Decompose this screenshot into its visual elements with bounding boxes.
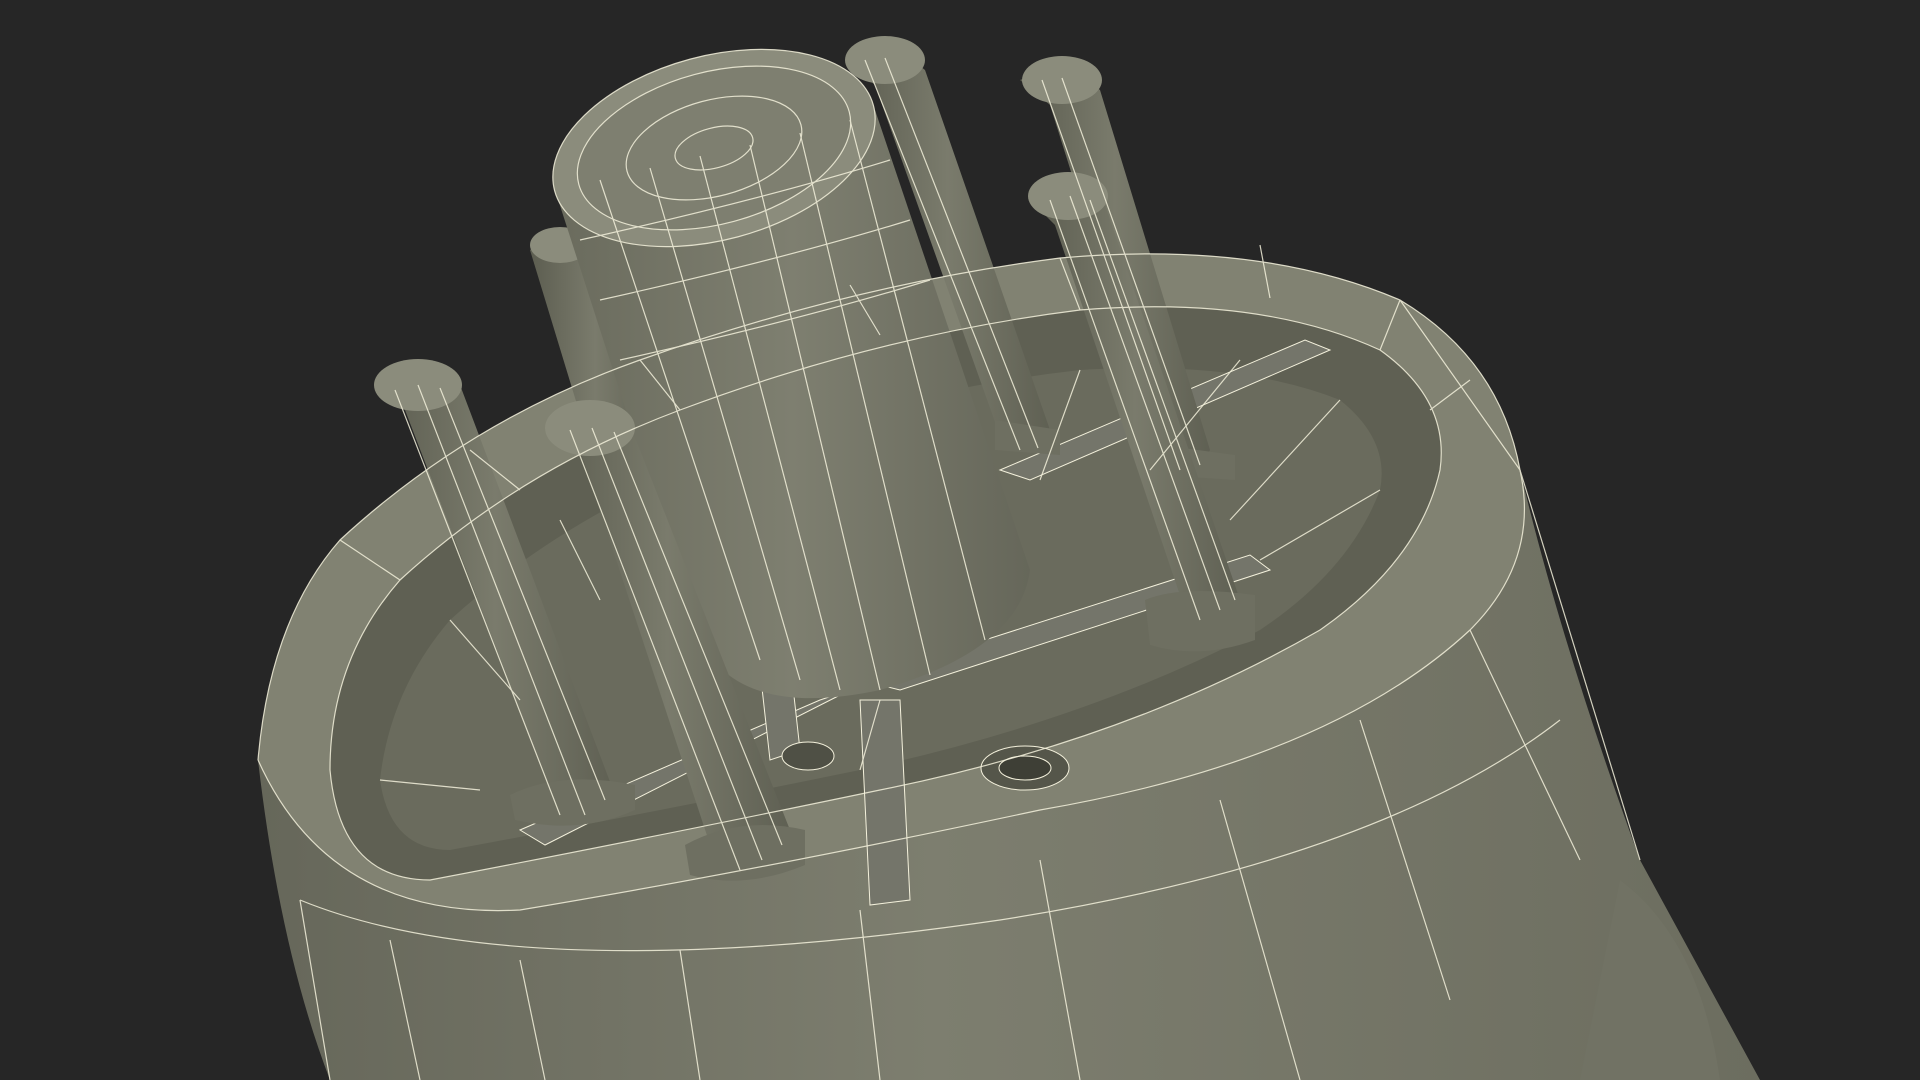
viewport-render <box>0 0 1920 1080</box>
